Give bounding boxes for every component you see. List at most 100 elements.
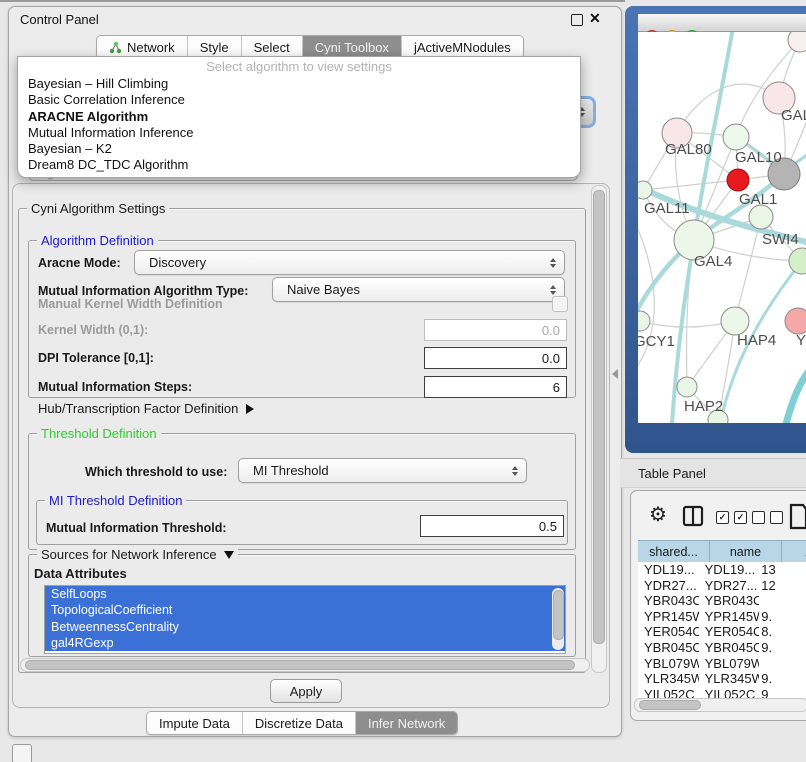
network-canvas[interactable]: GALGAL80GAL10GAL1GAL11SWI4GAL4GCY1HAP4YH…: [638, 32, 806, 423]
data-attributes-label: Data Attributes: [34, 566, 127, 581]
algorithm-option-bayesian-hill-climbing[interactable]: Bayesian – Hill Climbing: [18, 76, 580, 92]
network-node-label: GAL10: [735, 149, 782, 166]
network-node-label: HAP4: [737, 332, 776, 349]
algorithm-option-bayesian-k2[interactable]: Bayesian – K2: [18, 141, 580, 157]
scrollbar-thumb[interactable]: [25, 660, 575, 670]
cell: 9.: [759, 640, 806, 656]
apply-button[interactable]: Apply: [270, 679, 342, 703]
attribute-item-gal4rgexp[interactable]: gal4RGexp: [45, 635, 565, 651]
combo-arrows-icon: [550, 285, 556, 295]
table-row[interactable]: YBR043CYBR043C: [638, 593, 806, 609]
settings-vertical-scrollbar[interactable]: [591, 185, 607, 673]
algorithm-option-aracne-algorithm[interactable]: ARACNE Algorithm: [18, 109, 580, 125]
mi-steps-input[interactable]: 6: [424, 376, 567, 398]
manual-kernel-checkbox[interactable]: [552, 296, 568, 312]
cell: YDR27...: [699, 578, 760, 594]
algorithm-option-basic-correlation-inference[interactable]: Basic Correlation Inference: [18, 92, 580, 108]
hub-definition-row[interactable]: Hub/Transcription Factor Definition: [38, 401, 254, 416]
network-node-hap2[interactable]: [677, 377, 697, 397]
tab-cyni-toolbox[interactable]: Cyni Toolbox: [303, 36, 402, 58]
minimized-panel-icon[interactable]: [12, 744, 32, 762]
network-edge: [643, 180, 738, 190]
algorithm-option-dream8-dc-tdc-algorithm[interactable]: Dream8 DC_TDC Algorithm: [18, 157, 580, 173]
cell: YBR045C: [699, 640, 760, 656]
table-horizontal-scrollbar[interactable]: [634, 698, 806, 712]
float-window-icon[interactable]: [571, 14, 583, 26]
tab-label: Network: [127, 40, 175, 55]
collapse-down-icon[interactable]: [224, 551, 234, 559]
expand-right-icon[interactable]: [246, 404, 254, 414]
bottom-tab-bar: Impute DataDiscretize DataInfer Network: [146, 711, 458, 735]
network-node-gal1[interactable]: [749, 205, 773, 229]
cell: [759, 656, 806, 672]
bottom-tab-impute-data[interactable]: Impute Data: [147, 712, 243, 734]
new-table-icon[interactable]: [789, 502, 806, 530]
column-header-a[interactable]: A: [782, 541, 806, 562]
column-header-name[interactable]: name: [710, 541, 782, 562]
table-row[interactable]: YBL079WYBL079W: [638, 656, 806, 672]
network-node-gal11[interactable]: [638, 181, 652, 199]
network-node-label: GAL4: [694, 253, 732, 270]
network-node-swi4[interactable]: [789, 248, 806, 274]
tab-select[interactable]: Select: [242, 36, 303, 58]
sources-title-row[interactable]: Sources for Network Inference: [37, 547, 238, 562]
network-node[interactable]: [727, 169, 749, 191]
aracne-mode-combo[interactable]: Discovery: [134, 250, 565, 275]
table-panel-header: Table Panel: [620, 458, 806, 488]
network-graph[interactable]: GALGAL80GAL10GAL1GAL11SWI4GAL4GCY1HAP4YH…: [638, 32, 806, 423]
close-icon[interactable]: ✕: [589, 10, 601, 27]
network-node-gcy1[interactable]: [638, 311, 650, 331]
combo-arrows-icon: [512, 466, 518, 476]
kernel-width-input[interactable]: 0.0: [424, 319, 567, 341]
bottom-tab-infer-network[interactable]: Infer Network: [356, 712, 457, 734]
bottom-tab-discretize-data[interactable]: Discretize Data: [243, 712, 356, 734]
list-scrollbar-thumb[interactable]: [553, 590, 564, 640]
attribute-item-topologicalcoefficient[interactable]: TopologicalCoefficient: [45, 602, 565, 618]
data-attributes-list[interactable]: SelfLoopsTopologicalCoefficientBetweenne…: [44, 585, 566, 654]
group-title: Cyni Algorithm Settings: [27, 201, 169, 216]
split-columns-icon[interactable]: [682, 505, 704, 527]
table-row[interactable]: YIL052CYIL052C9: [638, 687, 806, 698]
mi-type-combo[interactable]: Naive Bayes: [272, 277, 565, 302]
panel-collapse-arrow-icon[interactable]: [612, 369, 618, 379]
table-row[interactable]: YBR045CYBR045C9.: [638, 640, 806, 656]
settings-horizontal-scrollbar[interactable]: [20, 658, 590, 672]
algorithm-option-mutual-information-inference[interactable]: Mutual Information Inference: [18, 125, 580, 141]
network-node-hap4[interactable]: [721, 307, 749, 335]
tab-jactivemnodules[interactable]: jActiveMNodules: [402, 36, 523, 58]
algorithm-dropdown-prompt: Select algorithm to view settings: [18, 57, 580, 76]
table-row[interactable]: YDR27...YDR27...12: [638, 578, 806, 594]
network-node-y[interactable]: [785, 308, 806, 334]
table-row[interactable]: YLR345WYLR345W9.: [638, 671, 806, 687]
network-node[interactable]: [788, 32, 806, 52]
aracne-mode-value: Discovery: [149, 255, 206, 270]
select-all-columns-icon[interactable]: ✓✓: [716, 511, 747, 524]
scrollbar-thumb[interactable]: [593, 190, 605, 644]
list-scrollbar[interactable]: [552, 588, 564, 650]
cell: 8.: [759, 624, 806, 640]
attribute-item-selfloops[interactable]: SelfLoops: [45, 586, 565, 602]
hub-definition-label: Hub/Transcription Factor Definition: [38, 401, 238, 416]
settings-gear-icon[interactable]: ⚙: [649, 505, 667, 525]
network-node-label: Y: [796, 332, 806, 349]
cell: YDL19...: [699, 562, 760, 578]
mi-threshold-input[interactable]: 0.5: [420, 515, 564, 537]
dpi-tolerance-input[interactable]: 0.0: [424, 347, 567, 369]
which-threshold-combo[interactable]: MI Threshold: [238, 458, 527, 483]
network-node-gal10[interactable]: [723, 124, 749, 150]
cell: 9.: [759, 671, 806, 687]
table-row[interactable]: YDL19...YDL19...13: [638, 562, 806, 578]
scrollbar-thumb[interactable]: [639, 700, 701, 710]
column-header-shared[interactable]: shared...: [638, 541, 710, 562]
sources-title: Sources for Network Inference: [41, 547, 217, 562]
attribute-item-betweennesscentrality[interactable]: BetweennessCentrality: [45, 619, 565, 635]
cell: YPR145W: [699, 609, 760, 625]
network-window-titlebar[interactable]: [638, 14, 806, 32]
tab-network[interactable]: Network: [97, 36, 188, 58]
node-table[interactable]: YDL19...YDL19...13YDR27...YDR27...12YBR0…: [638, 562, 806, 698]
tab-style[interactable]: Style: [188, 36, 242, 58]
which-threshold-value: MI Threshold: [253, 463, 329, 478]
table-row[interactable]: YER054CYER054C8.: [638, 624, 806, 640]
deselect-all-columns-icon[interactable]: [752, 511, 783, 524]
table-row[interactable]: YPR145WYPR145W9.: [638, 609, 806, 625]
